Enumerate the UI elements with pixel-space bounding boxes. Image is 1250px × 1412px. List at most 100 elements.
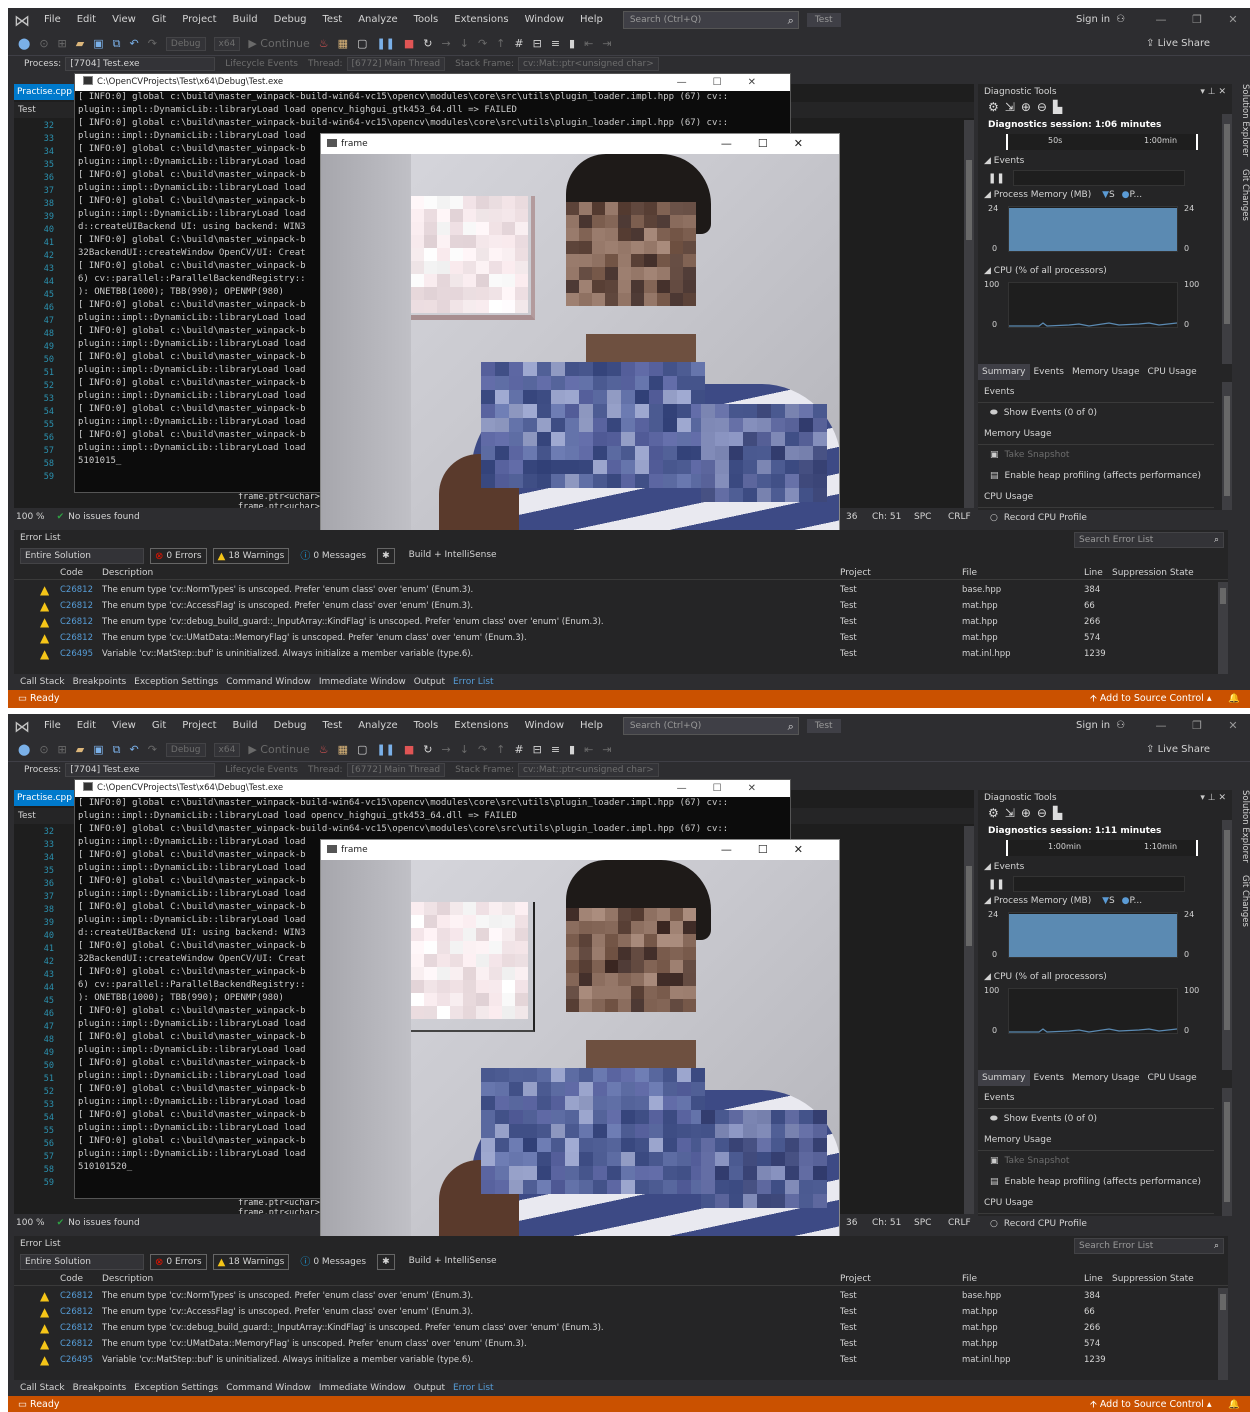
tab-error-list[interactable]: Error List xyxy=(449,674,498,690)
editor-scrollbar[interactable] xyxy=(964,120,974,510)
editor-scroll-thumb[interactable] xyxy=(966,160,972,240)
menu-tools[interactable]: Tools xyxy=(406,8,447,32)
warnings-filter[interactable]: ▲ 18 Warnings xyxy=(212,1254,290,1270)
tab-cpu-usage[interactable]: CPU Usage xyxy=(1144,364,1201,380)
platform-select[interactable]: x64 xyxy=(213,742,241,757)
cpu-section[interactable]: ◢ CPU (% of all processors) xyxy=(978,970,1232,984)
undo-icon[interactable]: ↶ xyxy=(129,743,138,756)
bookmark-prev-icon[interactable]: ⇤ xyxy=(584,37,593,50)
zoom-select[interactable]: 100 % xyxy=(16,1218,45,1228)
stop-icon[interactable]: ■ xyxy=(404,37,414,50)
menu-help[interactable]: Help xyxy=(572,714,611,738)
save-icon[interactable]: ▣ xyxy=(93,37,103,50)
search-input[interactable]: Search (Ctrl+Q) ⌕ xyxy=(622,717,799,735)
comment-icon[interactable]: ≡ xyxy=(551,743,560,756)
tab-cpu-usage[interactable]: CPU Usage xyxy=(1144,1070,1201,1086)
notification-bell-icon[interactable]: 🔔 xyxy=(1228,1396,1240,1412)
step-into-icon[interactable]: ↓ xyxy=(460,743,469,756)
diag-scroll-thumb[interactable] xyxy=(1224,124,1230,324)
tab-breakpoints[interactable]: Breakpoints xyxy=(69,674,131,690)
hex-icon[interactable]: # xyxy=(514,743,523,756)
tab-output[interactable]: Output xyxy=(410,1380,449,1396)
stack-frame-select[interactable]: cv::Mat::ptr<unsigned char> xyxy=(518,763,659,777)
threads-icon[interactable]: ⊟ xyxy=(533,743,542,756)
open-folder-icon[interactable]: ▰ xyxy=(76,743,84,756)
menu-project[interactable]: Project xyxy=(174,714,224,738)
menu-analyze[interactable]: Analyze xyxy=(350,8,405,32)
menu-debug[interactable]: Debug xyxy=(266,8,315,32)
column-file[interactable]: File xyxy=(962,1272,977,1286)
menu-window[interactable]: Window xyxy=(517,714,572,738)
tab-command-window[interactable]: Command Window xyxy=(222,674,315,690)
console-window-controls[interactable]: —☐✕ xyxy=(677,74,782,91)
side-tab-git-changes[interactable]: Git Changes xyxy=(1240,169,1250,221)
cell-code[interactable]: C26812 xyxy=(60,1304,93,1320)
summary-scrollbar[interactable] xyxy=(1222,382,1232,510)
save-all-icon[interactable]: ⧉ xyxy=(113,743,121,757)
tab-exception-settings[interactable]: Exception Settings xyxy=(130,674,222,690)
back-icon[interactable]: ⬤ xyxy=(18,37,30,50)
record-cpu-button[interactable]: ○ Record CPU Profile xyxy=(978,508,1214,529)
table-row[interactable]: ▲ C26812 The enum type 'cv::debug_build_gu… xyxy=(14,1320,1228,1336)
hex-icon[interactable]: # xyxy=(514,37,523,50)
thread-select[interactable]: [6772] Main Thread xyxy=(346,57,446,71)
column-file[interactable]: File xyxy=(962,566,977,580)
menu-file[interactable]: File xyxy=(36,714,69,738)
diag-scrollbar[interactable] xyxy=(1222,114,1232,364)
menu-file[interactable]: File xyxy=(36,8,69,32)
column-project[interactable]: Project xyxy=(840,566,871,580)
menu-git[interactable]: Git xyxy=(144,8,174,32)
column-suppression[interactable]: Suppression State xyxy=(1112,566,1194,580)
diag-scrollbar[interactable] xyxy=(1222,820,1232,1070)
table-row[interactable]: ▲ C26495 Variable 'cv::MatStep::buf' is un… xyxy=(14,1352,1228,1368)
cell-code[interactable]: C26812 xyxy=(60,1320,93,1336)
restore-icon[interactable]: ❐ xyxy=(1180,714,1214,738)
column-line[interactable]: Line xyxy=(1084,566,1103,580)
column-suppression[interactable]: Suppression State xyxy=(1112,1272,1194,1286)
redo-icon[interactable]: ↷ xyxy=(148,743,157,756)
bookmark-icon[interactable]: ▮ xyxy=(569,743,575,756)
bookmark-next-icon[interactable]: ⇥ xyxy=(602,37,611,50)
continue-button[interactable]: ▶ Continue xyxy=(248,37,309,50)
events-section[interactable]: ◢ Events xyxy=(978,154,1232,168)
sign-in-button[interactable]: Sign in ⚇ xyxy=(1076,714,1125,738)
errors-filter[interactable]: ⊗ 0 Errors xyxy=(150,1254,207,1270)
table-row[interactable]: ▲ C26495 Variable 'cv::MatStep::buf' is un… xyxy=(14,646,1228,662)
cell-code[interactable]: C26812 xyxy=(60,630,93,646)
frame-window[interactable]: frame —☐✕ xyxy=(320,839,840,1252)
zoom-in-icon[interactable]: ⊕ xyxy=(1021,100,1037,114)
error-list-scroll-thumb[interactable] xyxy=(1220,1294,1226,1310)
side-tab-solution-explorer[interactable]: Solution Explorer xyxy=(1240,84,1250,157)
minimize-icon[interactable]: — xyxy=(1144,714,1178,738)
settings-icon[interactable]: ⚙ xyxy=(988,100,1005,114)
column-line[interactable]: Line xyxy=(1084,1272,1103,1286)
step-out-icon[interactable]: ↑ xyxy=(496,37,505,50)
reset-icon[interactable]: ▙ xyxy=(1053,806,1068,820)
column-description[interactable]: Description xyxy=(102,566,153,580)
bookmark-next-icon[interactable]: ⇥ xyxy=(602,743,611,756)
hot-reload-icon[interactable]: ♨ xyxy=(319,37,329,50)
scope-select[interactable]: Entire Solution xyxy=(20,1254,144,1270)
column-description[interactable]: Description xyxy=(102,1272,153,1286)
step-over-icon[interactable]: ↷ xyxy=(478,37,487,50)
new-project-icon[interactable]: ⊞ xyxy=(58,743,67,756)
messages-filter[interactable]: ⓘ 0 Messages xyxy=(295,1254,371,1270)
side-tab-git-changes[interactable]: Git Changes xyxy=(1240,875,1250,927)
tab-practise-cpp[interactable]: Practise.cpp xyxy=(14,84,75,100)
tab-immediate-window[interactable]: Immediate Window xyxy=(315,1380,410,1396)
menu-extensions[interactable]: Extensions xyxy=(446,714,516,738)
continue-button[interactable]: ▶ Continue xyxy=(248,743,309,756)
table-row[interactable]: ▲ C26812 The enum type 'cv::UMatData::Memo… xyxy=(14,1336,1228,1352)
menu-build[interactable]: Build xyxy=(225,8,266,32)
tab-summary[interactable]: Summary xyxy=(978,364,1030,380)
new-project-icon[interactable]: ⊞ xyxy=(58,37,67,50)
show-events-link[interactable]: ⬬ Show Events (0 of 0) xyxy=(978,1109,1214,1130)
error-list-scroll-thumb[interactable] xyxy=(1220,588,1226,604)
record-cpu-button[interactable]: ○ Record CPU Profile xyxy=(978,1214,1214,1235)
cell-code[interactable]: C26495 xyxy=(60,646,93,662)
menu-test[interactable]: Test xyxy=(315,714,351,738)
editor-scrollbar[interactable] xyxy=(964,826,974,1216)
side-tab-solution-explorer[interactable]: Solution Explorer xyxy=(1240,790,1250,863)
build-filter-select[interactable]: Build + IntelliSense xyxy=(405,1254,523,1270)
error-list-scrollbar[interactable] xyxy=(1218,1288,1228,1380)
